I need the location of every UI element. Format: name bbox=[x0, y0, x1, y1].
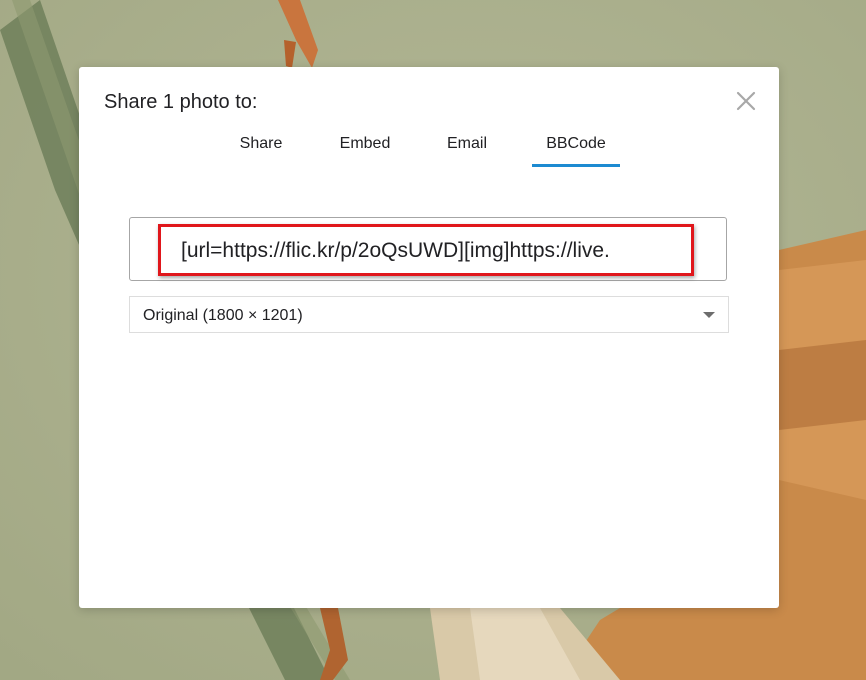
tab-share[interactable]: Share bbox=[229, 129, 293, 167]
chevron-down-icon bbox=[703, 312, 715, 318]
tab-embed[interactable]: Embed bbox=[331, 129, 399, 167]
dialog-title: Share 1 photo to: bbox=[104, 91, 258, 113]
size-dropdown-value: Original (1800 × 1201) bbox=[143, 307, 303, 324]
share-dialog: Share 1 photo to: Share Embed Email BBCo… bbox=[79, 67, 779, 608]
bbcode-field[interactable]: [url=https://flic.kr/p/2oQsUWD][img]http… bbox=[129, 217, 727, 281]
size-dropdown[interactable]: Original (1800 × 1201) bbox=[129, 296, 729, 333]
close-button[interactable] bbox=[734, 89, 758, 113]
bbcode-text: [url=https://flic.kr/p/2oQsUWD][img]http… bbox=[181, 239, 610, 262]
tab-email[interactable]: Email bbox=[437, 129, 497, 167]
tab-bbcode[interactable]: BBCode bbox=[532, 129, 620, 167]
close-icon bbox=[736, 91, 756, 111]
share-tabs: Share Embed Email BBCode bbox=[79, 129, 779, 167]
highlight-annotation: [url=https://flic.kr/p/2oQsUWD][img]http… bbox=[158, 224, 694, 276]
